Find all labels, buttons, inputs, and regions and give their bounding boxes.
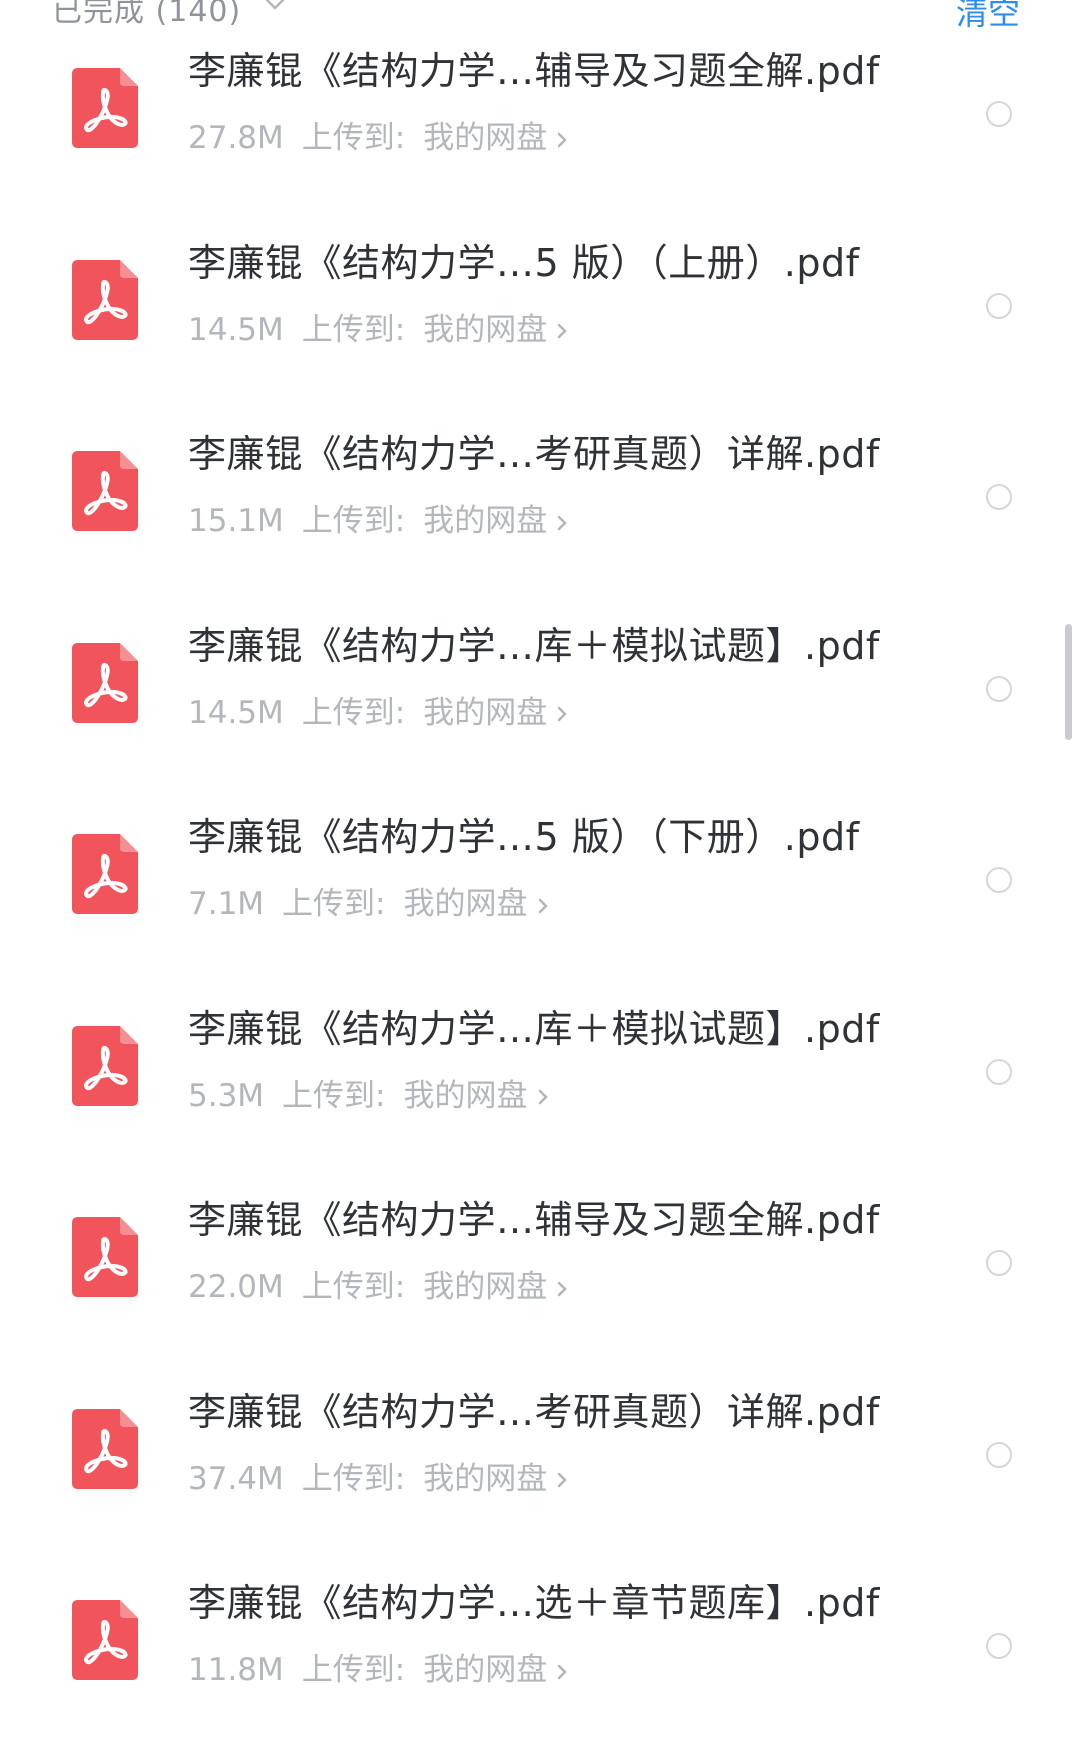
file-meta: 14.5M 上传到: 我的网盘: [188, 304, 569, 349]
radio-circle-icon[interactable]: [986, 101, 1012, 127]
upload-location-link[interactable]: 我的网盘: [423, 1652, 547, 1688]
chevron-right-icon[interactable]: [536, 1087, 550, 1107]
file-size: 14.5M: [188, 311, 284, 348]
upload-location-link[interactable]: 我的网盘: [423, 503, 547, 539]
pdf-icon: [72, 68, 138, 148]
radio-circle-icon[interactable]: [986, 484, 1012, 510]
file-name: 李廉锟《结构力学…辅导及习题全解.pdf: [188, 1198, 880, 1242]
file-name: 李廉锟《结构力学…库＋模拟试题】.pdf: [188, 623, 880, 668]
pdf-icon: [72, 1217, 138, 1297]
radio-circle-icon[interactable]: [986, 1250, 1012, 1276]
file-row[interactable]: 李廉锟《结构力学…库＋模拟试题】.pdf 5.3M 上传到: 我的网盘: [0, 974, 1080, 1166]
pdf-icon: [72, 1025, 138, 1106]
file-row[interactable]: 李廉锟《结构力学…选＋章节题库】.pdf 11.8M 上传到: 我的网盘: [0, 1548, 1080, 1740]
pdf-icon: [72, 642, 138, 723]
upload-location-link[interactable]: 我的网盘: [423, 120, 547, 156]
upload-label: 上传到:: [301, 1269, 406, 1305]
chevron-right-icon[interactable]: [555, 130, 569, 150]
radio-circle-icon[interactable]: [986, 292, 1012, 319]
chevron-right-icon[interactable]: [555, 1662, 569, 1682]
pdf-icon: [72, 834, 138, 914]
radio-circle-icon[interactable]: [986, 1633, 1012, 1659]
radio-circle-icon[interactable]: [986, 675, 1012, 702]
file-list: 李廉锟《结构力学…辅导及习题全解.pdf 27.8M 上传到: 我的网盘 李廉锟《结构力…: [0, 16, 1080, 1740]
upload-label: 上传到:: [301, 1652, 406, 1688]
file-row[interactable]: 李廉锟《结构力学…库＋模拟试题】.pdf 14.5M 上传到: 我的网盘: [0, 591, 1080, 783]
file-meta: 15.1M 上传到: 我的网盘: [188, 495, 569, 540]
pdf-icon: [72, 1600, 138, 1680]
file-size: 15.1M: [188, 503, 284, 539]
file-name: 李廉锟《结构力学…选＋章节题库】.pdf: [188, 1581, 880, 1625]
upload-label: 上传到:: [301, 1460, 406, 1497]
file-size: 22.0M: [188, 1269, 284, 1305]
upload-label: 上传到:: [301, 120, 406, 156]
file-size: 11.8M: [188, 1652, 284, 1688]
pdf-icon: [72, 1408, 138, 1489]
radio-circle-icon[interactable]: [986, 1441, 1012, 1468]
upload-location-link[interactable]: 我的网盘: [423, 1461, 547, 1497]
file-name: 李廉锟《结构力学…5 版）（下册）.pdf: [188, 815, 860, 859]
chevron-right-icon[interactable]: [555, 321, 569, 341]
upload-location-link[interactable]: 我的网盘: [404, 886, 528, 922]
file-name: 李廉锟《结构力学…考研真题）详解.pdf: [188, 1389, 880, 1434]
file-meta: 27.8M 上传到: 我的网盘: [188, 112, 569, 157]
upload-location-link[interactable]: 我的网盘: [423, 1269, 547, 1305]
chevron-right-icon[interactable]: [555, 704, 569, 724]
file-meta: 37.4M 上传到: 我的网盘: [188, 1453, 569, 1498]
radio-circle-icon[interactable]: [986, 867, 1012, 893]
upload-label: 上传到:: [301, 311, 406, 348]
chevron-right-icon[interactable]: [555, 1279, 569, 1299]
upload-label: 上传到:: [301, 694, 406, 731]
radio-circle-icon[interactable]: [986, 1058, 1012, 1085]
pdf-icon: [72, 259, 138, 340]
file-row[interactable]: 李廉锟《结构力学…5 版）（上册）.pdf 14.5M 上传到: 我的网盘: [0, 208, 1080, 400]
upload-location-link[interactable]: 我的网盘: [404, 1078, 528, 1114]
chevron-right-icon[interactable]: [555, 513, 569, 533]
file-row[interactable]: 李廉锟《结构力学…辅导及习题全解.pdf 27.8M 上传到: 我的网盘: [0, 16, 1080, 208]
upload-location-link[interactable]: 我的网盘: [423, 312, 547, 348]
upload-label: 上传到:: [282, 1077, 386, 1114]
file-size: 37.4M: [188, 1460, 284, 1497]
chevron-right-icon[interactable]: [536, 896, 550, 916]
file-row[interactable]: 李廉锟《结构力学…辅导及习题全解.pdf 22.0M 上传到: 我的网盘: [0, 1165, 1080, 1357]
upload-label: 上传到:: [301, 503, 406, 539]
file-name: 李廉锟《结构力学…考研真题）详解.pdf: [188, 432, 880, 476]
file-name: 李廉锟《结构力学…辅导及习题全解.pdf: [188, 49, 880, 93]
upload-location-link[interactable]: 我的网盘: [423, 695, 547, 731]
file-meta: 5.3M 上传到: 我的网盘: [188, 1070, 550, 1115]
file-size: 14.5M: [188, 694, 284, 731]
chevron-right-icon[interactable]: [555, 1470, 569, 1490]
file-name: 李廉锟《结构力学…库＋模拟试题】.pdf: [188, 1006, 880, 1051]
scrollbar[interactable]: [1065, 624, 1072, 740]
file-size: 7.1M: [188, 886, 265, 922]
file-meta: 11.8M 上传到: 我的网盘: [188, 1644, 569, 1689]
file-name: 李廉锟《结构力学…5 版）（上册）.pdf: [188, 240, 860, 285]
file-meta: 14.5M 上传到: 我的网盘: [188, 687, 569, 732]
file-size: 5.3M: [188, 1077, 265, 1114]
file-row[interactable]: 李廉锟《结构力学…5 版）（下册）.pdf 7.1M 上传到: 我的网盘: [0, 782, 1080, 974]
file-meta: 22.0M 上传到: 我的网盘: [188, 1261, 569, 1306]
file-meta: 7.1M 上传到: 我的网盘: [188, 878, 550, 923]
upload-label: 上传到:: [282, 886, 386, 922]
chevron-down-icon[interactable]: [262, 0, 288, 16]
file-row[interactable]: 李廉锟《结构力学…考研真题）详解.pdf 15.1M 上传到: 我的网盘: [0, 399, 1080, 591]
file-row[interactable]: 李廉锟《结构力学…考研真题）详解.pdf 37.4M 上传到: 我的网盘: [0, 1357, 1080, 1549]
pdf-icon: [72, 451, 138, 531]
file-size: 27.8M: [188, 120, 284, 156]
